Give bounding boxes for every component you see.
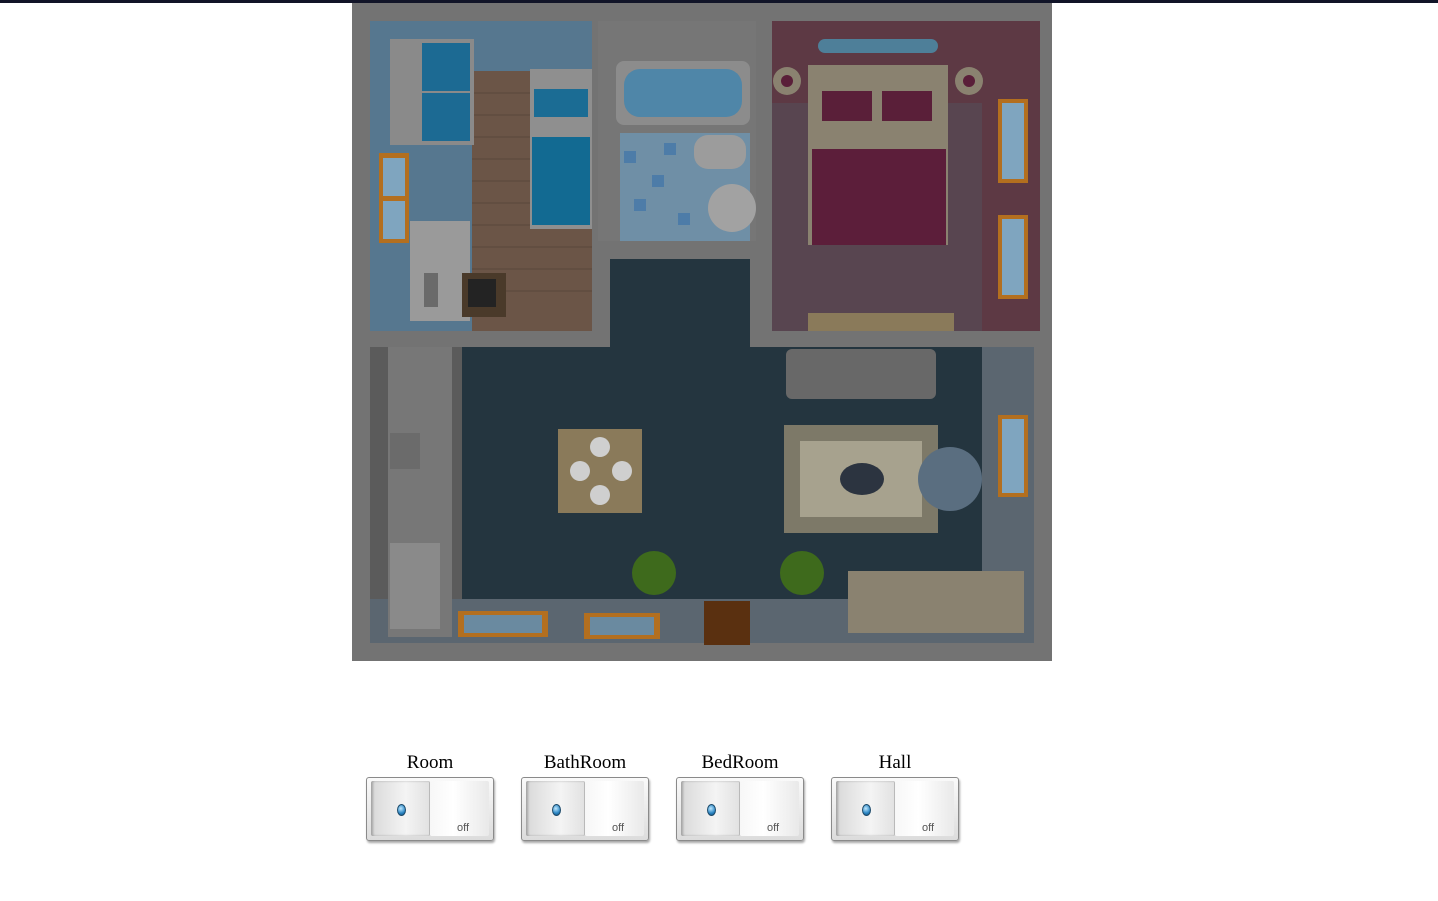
switch-state-text: off (456, 822, 469, 834)
room-switch-label: Room (406, 752, 454, 773)
led-indicator-icon (397, 804, 406, 816)
hall-switch-group: Hall off (831, 752, 959, 841)
led-indicator-icon (707, 804, 716, 816)
bathroom-area (598, 21, 756, 241)
bedroom-light-switch[interactable]: off (676, 777, 804, 841)
hall-switch-label: Hall (878, 752, 912, 773)
bedroom-switch-group: BedRoom off (676, 752, 804, 841)
bathroom-light-switch[interactable]: off (521, 777, 649, 841)
bathroom-switch-label: BathRoom (543, 752, 627, 773)
room-switch-group: Room off (366, 752, 494, 841)
bathroom-switch-group: BathRoom off (521, 752, 649, 841)
bedroom-area (772, 21, 1040, 331)
hall-area (370, 347, 1034, 645)
room-light-switch[interactable]: off (366, 777, 494, 841)
floorplan-image (352, 3, 1052, 661)
corridor-area (610, 259, 750, 349)
switch-state-text: off (766, 822, 779, 834)
led-indicator-icon (552, 804, 561, 816)
led-indicator-icon (862, 804, 871, 816)
switch-state-text: off (611, 822, 624, 834)
hall-light-switch[interactable]: off (831, 777, 959, 841)
room-area (370, 21, 592, 331)
bedroom-switch-label: BedRoom (701, 752, 779, 773)
switch-state-text: off (921, 822, 934, 834)
